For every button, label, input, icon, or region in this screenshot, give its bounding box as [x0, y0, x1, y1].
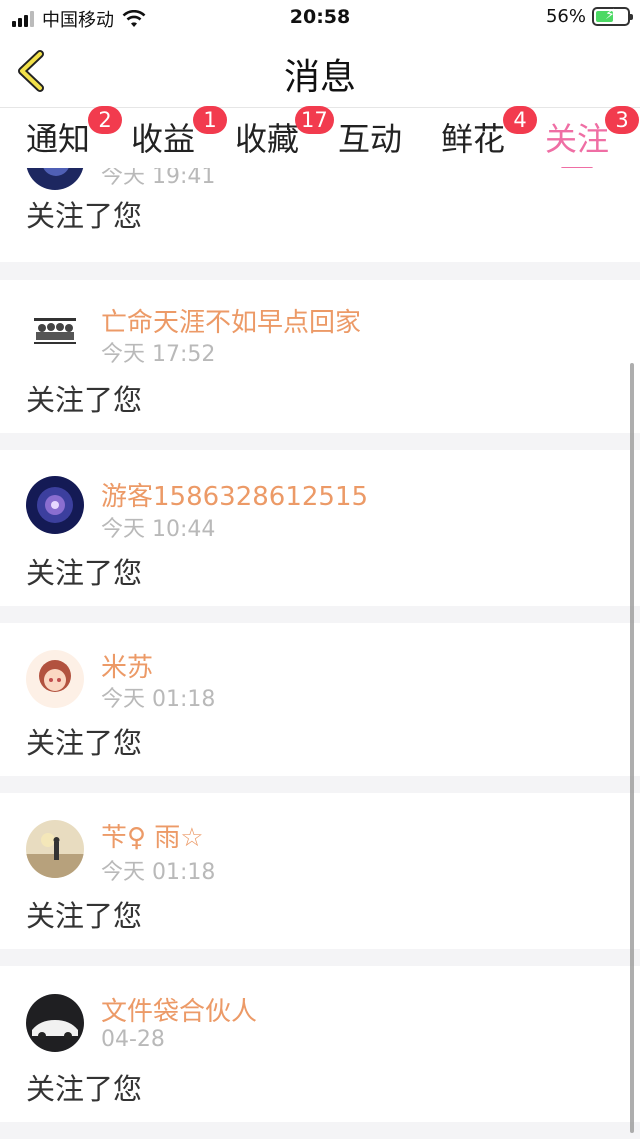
tab-label: 收益: [131, 120, 196, 158]
tab-badge: 3: [605, 106, 639, 134]
tab-favorites[interactable]: 收藏 17: [235, 106, 334, 160]
tab-label: 收藏: [235, 120, 300, 158]
battery-percent: 56%: [545, 6, 586, 27]
username: 文件袋合伙人: [101, 997, 258, 1027]
list-item[interactable]: 米苏 今天 01:18 关注了您: [0, 623, 640, 776]
tab-label: 关注: [545, 120, 610, 158]
message-text: 关注了您: [26, 199, 143, 233]
message-text: 关注了您: [26, 383, 143, 417]
timestamp: 今天 19:41: [101, 168, 216, 189]
avatar: [26, 300, 84, 358]
timestamp: 今天 01:18: [101, 687, 216, 712]
list-item[interactable]: 亡命天涯不如早点回家 今天 17:52 关注了您: [0, 280, 640, 433]
avatar: [26, 820, 84, 878]
username: 游客1586328612515: [101, 482, 369, 512]
tab-bar: 通知 2 收益 1 收藏 17 互动 鲜花 4 关注 3: [0, 106, 640, 170]
timestamp: 今天 01:18: [101, 860, 216, 885]
timestamp: 04-28: [101, 1027, 165, 1052]
tab-badge: 2: [88, 106, 122, 134]
clock: 20:58: [289, 6, 351, 28]
scrollbar[interactable]: [630, 363, 634, 1133]
tab-badge: 17: [295, 106, 334, 134]
username: 亡命天涯不如早点回家: [101, 308, 362, 338]
avatar: [26, 168, 84, 190]
nav-header: 消息: [0, 34, 640, 108]
follow-list: 今天 19:41 关注了您 亡命天涯不如早点回家 今天 17:52 关注了您 游…: [0, 168, 640, 1139]
message-text: 关注了您: [26, 726, 143, 760]
list-item[interactable]: 今天 19:41 关注了您: [0, 168, 640, 262]
list-item[interactable]: 文件袋合伙人 04-28 关注了您: [0, 966, 640, 1122]
username: 苄♀ 雨☆: [101, 823, 204, 853]
tab-flowers[interactable]: 鲜花 4: [441, 106, 537, 160]
avatar: [26, 994, 84, 1052]
tab-badge: 1: [193, 106, 227, 134]
tab-earnings[interactable]: 收益 1: [131, 106, 227, 160]
list-item[interactable]: 游客1586328612515 今天 10:44 关注了您: [0, 450, 640, 606]
tab-notice[interactable]: 通知 2: [26, 106, 122, 160]
message-text: 关注了您: [26, 556, 143, 590]
username: 米苏: [101, 653, 154, 683]
tab-label: 鲜花: [441, 120, 506, 158]
screen: 中国移动 20:58 56% ⚡ 消息 通知 2 收益 1 收藏 17 互动 鲜…: [0, 0, 640, 1139]
page-title: 消息: [283, 57, 356, 98]
timestamp: 今天 10:44: [101, 517, 216, 542]
tab-label: 通知: [26, 120, 91, 158]
list-item[interactable]: 苄♀ 雨☆ 今天 01:18 关注了您: [0, 793, 640, 949]
avatar: [26, 476, 84, 534]
message-text: 关注了您: [26, 899, 143, 933]
tab-badge: 4: [503, 106, 537, 134]
battery-icon: ⚡: [592, 7, 633, 26]
avatar: [26, 650, 84, 708]
tab-interaction[interactable]: 互动: [338, 114, 402, 160]
tab-follow[interactable]: 关注 3: [545, 106, 639, 170]
status-right: 56% ⚡: [545, 6, 633, 27]
status-bar: 中国移动 20:58 56% ⚡: [0, 0, 640, 34]
message-text: 关注了您: [26, 1072, 143, 1106]
tab-label: 互动: [338, 120, 403, 158]
timestamp: 今天 17:52: [101, 342, 216, 367]
